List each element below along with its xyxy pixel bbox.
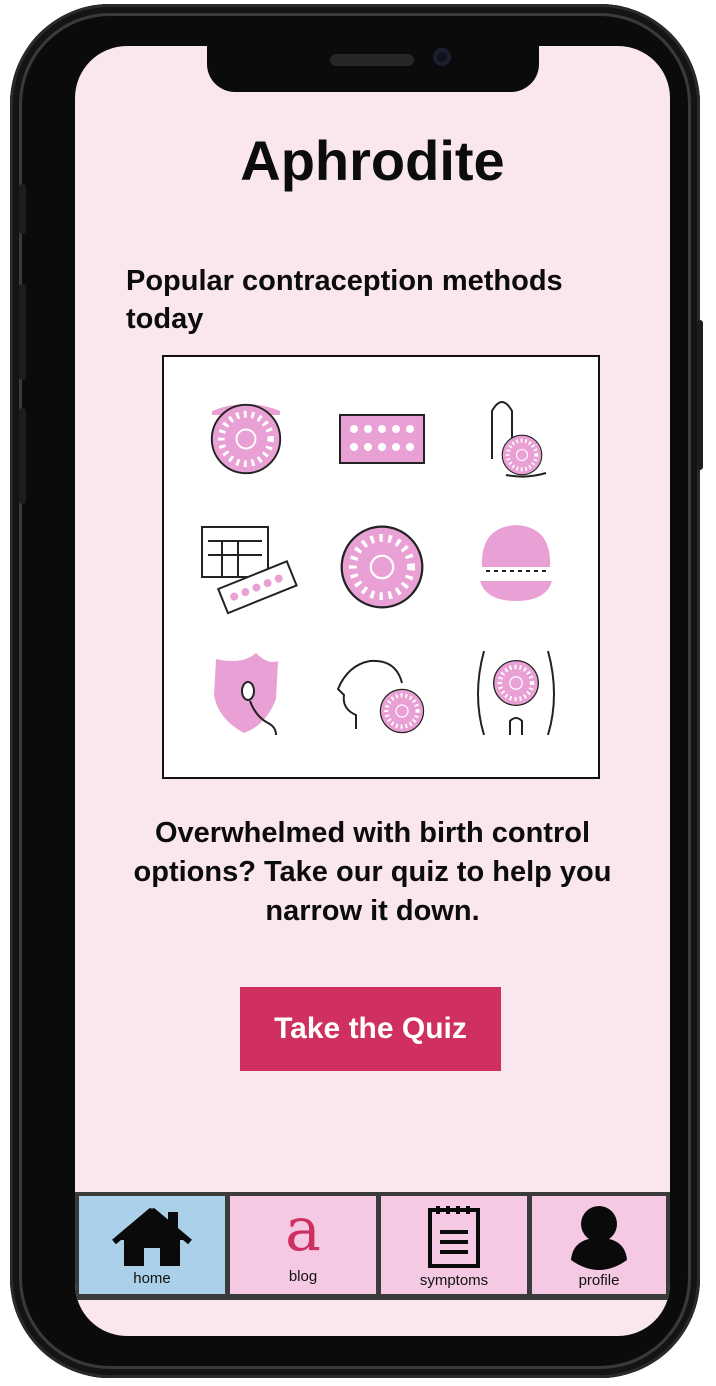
volume-up-button	[19, 284, 26, 380]
user-icon	[571, 1206, 627, 1270]
abdomen-pill-icon	[477, 650, 555, 736]
power-button	[697, 320, 703, 470]
blog-a-icon: a	[285, 1195, 321, 1265]
nav-label-home: home	[133, 1270, 171, 1287]
notepad-icon	[428, 1206, 480, 1268]
contraception-methods-image	[162, 355, 600, 779]
calendar-pills-icon	[201, 526, 298, 615]
condom-pill-icon	[491, 401, 547, 478]
section-heading: Popular contraception methods today	[126, 265, 563, 335]
shield-sperm-icon	[214, 653, 278, 736]
front-camera	[433, 48, 451, 66]
pill-case-icon	[212, 404, 280, 473]
quiz-prompt: Overwhelmed with birth control options? …	[133, 817, 612, 927]
nav-label-profile: profile	[578, 1272, 620, 1289]
app-title: Aphrodite	[240, 129, 505, 192]
nav-item-profile[interactable]: profile	[532, 1196, 666, 1294]
nav-label-symptoms: symptoms	[419, 1272, 489, 1289]
volume-down-button	[19, 408, 26, 504]
contraception-icons-grid	[201, 401, 555, 736]
nav-item-symptoms[interactable]: symptoms	[381, 1196, 527, 1294]
nav-item-home[interactable]: home	[79, 1196, 225, 1294]
phone-frame: Aphrodite Popular contraception methods …	[10, 4, 703, 1378]
notch	[207, 46, 539, 92]
pill-blister-icon	[339, 414, 425, 464]
pill-disc-icon	[342, 527, 423, 608]
silent-switch	[19, 184, 26, 234]
bottom-nav: home a blog symptoms profile	[75, 1192, 670, 1300]
head-pill-icon	[336, 659, 424, 733]
app-screen: Aphrodite Popular contraception methods …	[75, 46, 670, 1336]
nav-item-blog[interactable]: a blog	[230, 1196, 376, 1294]
nav-label-blog: blog	[288, 1268, 318, 1285]
speaker-grille	[330, 54, 414, 66]
take-quiz-button[interactable]: Take the Quiz	[240, 987, 501, 1071]
home-icon	[112, 1207, 192, 1266]
diaphragm-icon	[480, 525, 552, 601]
